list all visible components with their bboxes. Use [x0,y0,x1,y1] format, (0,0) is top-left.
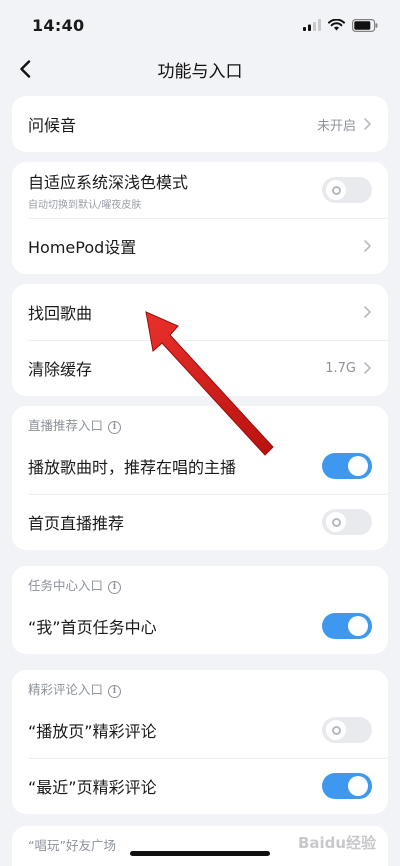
info-icon[interactable]: i [108,421,122,434]
comments-section-title: 精彩评论入口 [28,682,104,697]
back-button[interactable] [8,52,42,86]
task-section-title: 任务中心入口 [28,578,104,593]
recent-comments-label: “最近”页精彩评论 [28,778,157,797]
rec-on-play-row: 播放歌曲时，推荐在唱的主播 [12,438,388,494]
friends-section-title: “唱玩”好友广场 [28,838,116,853]
homepod-row[interactable]: HomePod设置 [12,218,388,274]
chevron-right-icon [364,362,371,374]
live-section-title: 直播推荐入口 [28,418,104,433]
rec-on-play-label: 播放歌曲时，推荐在唱的主播 [28,458,237,477]
wifi-icon [328,19,345,31]
status-time: 14:40 [32,15,85,35]
watermark: Baidu经验 [297,833,377,852]
task-card: 任务中心入口 i “我”首页任务中心 [12,566,388,654]
battery-icon [352,18,378,32]
greeting-card: 问候音 未开启 [12,96,388,152]
comments-section-header: 精彩评论入口 i [12,670,388,702]
clear-cache-label: 清除缓存 [28,360,93,379]
chevron-left-icon [20,60,31,78]
adaptive-theme-sublabel: 自动切换到默认/曜夜皮肤 [28,200,142,211]
recover-songs-label: 找回歌曲 [28,304,93,323]
adaptive-theme-toggle[interactable] [322,177,372,203]
recent-comments-row: “最近”页精彩评论 [12,758,388,814]
play-page-comments-row: “播放页”精彩评论 [12,702,388,758]
signal-icon [303,19,321,31]
greeting-label: 问候音 [28,116,77,135]
my-task-label: “我”首页任务中心 [28,618,157,637]
adaptive-theme-row: 自适应系统深浅色模式 自动切换到默认/曜夜皮肤 [12,162,388,218]
status-icons [303,18,378,32]
storage-card: 找回歌曲 清除缓存 1.7G [12,284,388,396]
clear-cache-row[interactable]: 清除缓存 1.7G [12,340,388,396]
home-indicator [130,851,270,856]
greeting-value: 未开启 [316,118,356,134]
my-task-toggle[interactable] [322,613,372,639]
chevron-right-icon [364,118,371,130]
recent-comments-toggle[interactable] [322,773,372,799]
rec-on-play-toggle[interactable] [322,453,372,479]
play-page-comments-label: “播放页”精彩评论 [28,722,157,741]
play-page-comments-toggle[interactable] [322,717,372,743]
comments-card: 精彩评论入口 i “播放页”精彩评论 “最近”页精彩评论 [12,670,388,814]
home-live-row: 首页直播推荐 [12,494,388,550]
chevron-right-icon [364,240,371,252]
live-section-header: 直播推荐入口 i [12,406,388,438]
adaptive-theme-label: 自适应系统深浅色模式 [28,173,189,192]
theme-card: 自适应系统深浅色模式 自动切换到默认/曜夜皮肤 HomePod设置 [12,162,388,274]
recover-songs-row[interactable]: 找回歌曲 [12,284,388,340]
homepod-label: HomePod设置 [28,238,137,257]
home-live-label: 首页直播推荐 [28,514,125,533]
nav-bar: 功能与入口 [0,50,400,88]
home-live-toggle[interactable] [322,509,372,535]
info-icon[interactable]: i [108,581,122,594]
page-title: 功能与入口 [157,61,243,82]
greeting-row[interactable]: 问候音 未开启 [12,96,388,152]
live-card: 直播推荐入口 i 播放歌曲时，推荐在唱的主播 首页直播推荐 [12,406,388,550]
task-section-header: 任务中心入口 i [12,566,388,598]
info-icon[interactable]: i [108,685,122,698]
status-bar: 14:40 [0,0,400,50]
chevron-right-icon [364,306,371,318]
cache-size-value: 1.7G [325,360,356,376]
my-task-row: “我”首页任务中心 [12,598,388,654]
